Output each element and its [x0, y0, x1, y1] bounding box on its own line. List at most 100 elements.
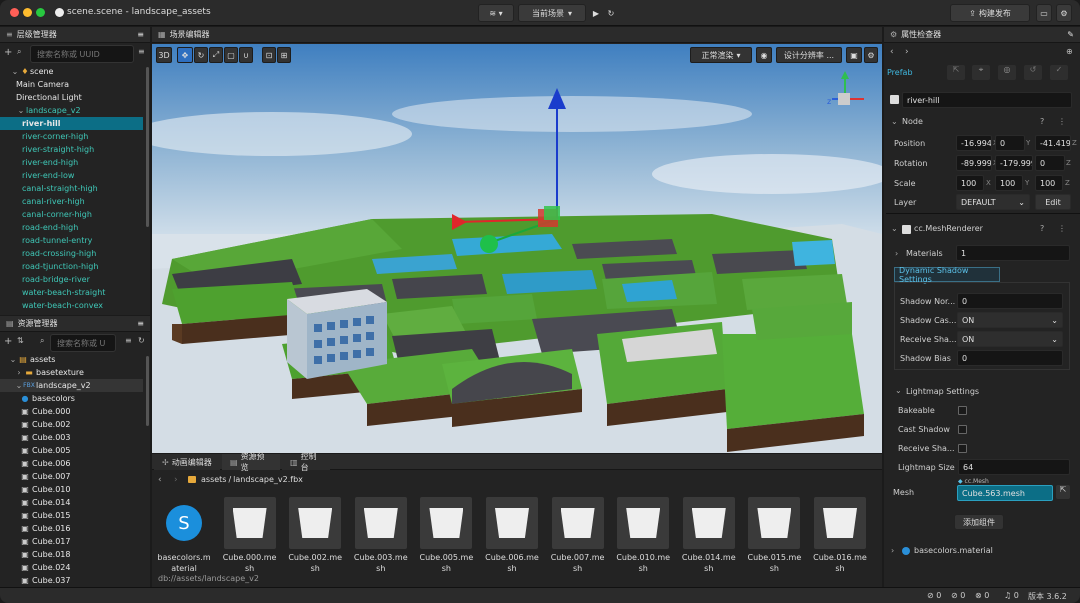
- bakeable-checkbox[interactable]: [958, 406, 967, 415]
- scene-select[interactable]: 当前场景 ▾: [518, 4, 586, 22]
- add-component-button[interactable]: 添加组件: [954, 514, 1004, 530]
- layer-select[interactable]: DEFAULT ⌄: [956, 194, 1030, 210]
- asset-item[interactable]: ▣ Cube.018: [0, 548, 143, 561]
- menu-icon[interactable]: ≡: [137, 30, 144, 39]
- position-y-input[interactable]: 0: [995, 135, 1025, 151]
- prefab-revert-button[interactable]: ↺: [1024, 65, 1042, 80]
- hierarchy-scrollbar[interactable]: [146, 67, 149, 227]
- add-node-button[interactable]: +: [4, 47, 16, 58]
- asset-folder[interactable]: › ▬ basetexture: [0, 366, 143, 379]
- chevron-down-icon[interactable]: ⌄: [8, 355, 18, 365]
- zoom-window-button[interactable]: [36, 8, 45, 17]
- asset-mesh[interactable]: Cube.007.mesh: [548, 497, 608, 574]
- asset-item[interactable]: ▣ Cube.014: [0, 496, 143, 509]
- materials-count-input[interactable]: 1: [956, 245, 1070, 261]
- tree-node[interactable]: road-tjunction-high: [0, 260, 143, 273]
- tree-node[interactable]: river-hill: [0, 117, 143, 130]
- tree-node[interactable]: road-end-high: [0, 221, 143, 234]
- receive-shadow-select[interactable]: ON ⌄: [957, 331, 1063, 347]
- tree-node[interactable]: Main Camera: [0, 78, 143, 91]
- collapse-icon[interactable]: ≡: [138, 47, 145, 56]
- asset-item[interactable]: ▣ Cube.003: [0, 431, 143, 444]
- node-active-checkbox[interactable]: [890, 95, 899, 104]
- chevron-down-icon[interactable]: ⌄: [891, 117, 898, 126]
- tab-animation-editor[interactable]: ✢ 动画编辑器: [154, 454, 220, 470]
- refresh-button[interactable]: ↻: [604, 4, 618, 22]
- forward-icon[interactable]: ›: [174, 475, 178, 485]
- scale-z-input[interactable]: 100: [1035, 175, 1063, 191]
- forward-icon[interactable]: ›: [905, 47, 909, 57]
- tree-node[interactable]: water-beach-convex: [0, 299, 143, 312]
- mesh-renderer-enabled-checkbox[interactable]: [902, 225, 911, 234]
- sort-icon[interactable]: ⇅: [17, 336, 24, 345]
- asset-item[interactable]: ▣ Cube.015: [0, 509, 143, 522]
- prefab-select-button[interactable]: ⌖: [972, 65, 990, 80]
- asset-folder[interactable]: ⌄ FBX landscape_v2: [0, 379, 143, 392]
- light-toggle[interactable]: ◉: [756, 47, 772, 63]
- tree-node[interactable]: road-tunnel-entry: [0, 234, 143, 247]
- rect-tool[interactable]: ▢: [224, 47, 238, 63]
- tree-node[interactable]: Directional Light: [0, 91, 143, 104]
- rotate-tool[interactable]: ↻: [194, 47, 208, 63]
- error-count[interactable]: ⊘ 0: [927, 591, 941, 600]
- tree-node[interactable]: water-beach-straight: [0, 286, 143, 299]
- rotation-y-input[interactable]: -179.999: [995, 155, 1033, 171]
- tree-node[interactable]: canal-river-high: [0, 195, 143, 208]
- more-icon[interactable]: ⋮: [1058, 224, 1066, 233]
- back-icon[interactable]: ‹: [890, 47, 894, 57]
- tree-node[interactable]: canal-straight-high: [0, 182, 143, 195]
- hierarchy-search-input[interactable]: 搜索名称或 UUID: [30, 45, 134, 63]
- prefab-locate-button[interactable]: ◎: [998, 65, 1016, 80]
- asset-item[interactable]: ▣ Cube.024: [0, 561, 143, 574]
- coord-tool[interactable]: ⊞: [277, 47, 291, 63]
- assets-scrollbar[interactable]: [146, 356, 149, 426]
- tab-asset-preview[interactable]: ▤ 资源预览: [222, 452, 280, 472]
- tree-node[interactable]: river-end-high: [0, 156, 143, 169]
- position-x-input[interactable]: -16.994: [956, 135, 992, 151]
- asset-item[interactable]: ▣ Cube.006: [0, 457, 143, 470]
- asset-mesh[interactable]: Cube.006.mesh: [482, 497, 542, 574]
- scene-viewport[interactable]: z: [152, 44, 882, 453]
- assets-search-input[interactable]: 搜索名称或 U: [50, 334, 116, 352]
- help-icon[interactable]: ?: [1040, 117, 1044, 126]
- render-mode-select[interactable]: 正常渲染 ▾: [690, 47, 752, 63]
- chevron-right-icon[interactable]: ›: [891, 546, 894, 555]
- chevron-down-icon[interactable]: ⌄: [10, 67, 20, 77]
- tree-node[interactable]: road-bridge-river: [0, 273, 143, 286]
- asset-mesh[interactable]: Cube.015.mesh: [744, 497, 804, 574]
- asset-mesh[interactable]: Cube.003.mesh: [351, 497, 411, 574]
- notification-count[interactable]: ♫ 0: [1004, 591, 1019, 600]
- tree-node[interactable]: river-end-low: [0, 169, 143, 182]
- asset-mesh[interactable]: Cube.014.mesh: [679, 497, 739, 574]
- move-tool[interactable]: ✥: [177, 47, 193, 63]
- build-publish-button[interactable]: ⇪ 构建发布: [950, 4, 1030, 22]
- mesh-picker-button[interactable]: ⇱: [1056, 485, 1070, 499]
- asset-item[interactable]: ▣ Cube.005: [0, 444, 143, 457]
- asset-mesh[interactable]: Cube.005.mesh: [416, 497, 476, 574]
- collapse-icon[interactable]: ≡: [125, 336, 132, 345]
- dynamic-shadow-settings-tab[interactable]: Dynamic Shadow Settings: [894, 266, 1000, 284]
- asset-mesh[interactable]: Cube.010.mesh: [613, 497, 673, 574]
- material-item-label[interactable]: basecolors.material: [914, 546, 993, 555]
- add-asset-button[interactable]: +: [4, 336, 12, 347]
- chevron-right-icon[interactable]: ›: [14, 368, 24, 378]
- shadow-bias-input[interactable]: 0: [957, 350, 1063, 366]
- asset-item[interactable]: ▣ Cube.000: [0, 405, 143, 418]
- cast-shadow-checkbox[interactable]: [958, 425, 967, 434]
- receive-shadow-lightmap-checkbox[interactable]: [958, 444, 967, 453]
- scale-y-input[interactable]: 100: [995, 175, 1023, 191]
- lock-icon[interactable]: ⊕: [1066, 47, 1073, 56]
- tree-scene[interactable]: ⌄ ♦ scene: [0, 65, 143, 78]
- asset-mesh[interactable]: Cube.016.mesh: [810, 497, 870, 574]
- prefab-apply-button[interactable]: ✓: [1050, 65, 1068, 80]
- rotation-z-input[interactable]: 0: [1035, 155, 1065, 171]
- pivot-tool[interactable]: ⊡: [262, 47, 276, 63]
- pin-icon[interactable]: ✎: [1067, 30, 1074, 39]
- refresh-icon[interactable]: ↻: [138, 336, 145, 345]
- asset-item[interactable]: ▣ Cube.017: [0, 535, 143, 548]
- more-icon[interactable]: ⋮: [1058, 117, 1066, 126]
- asset-item[interactable]: ▣ Cube.010: [0, 483, 143, 496]
- asset-mesh[interactable]: Cube.002.mesh: [285, 497, 345, 574]
- back-icon[interactable]: ‹: [158, 475, 162, 485]
- help-icon[interactable]: ?: [1040, 224, 1044, 233]
